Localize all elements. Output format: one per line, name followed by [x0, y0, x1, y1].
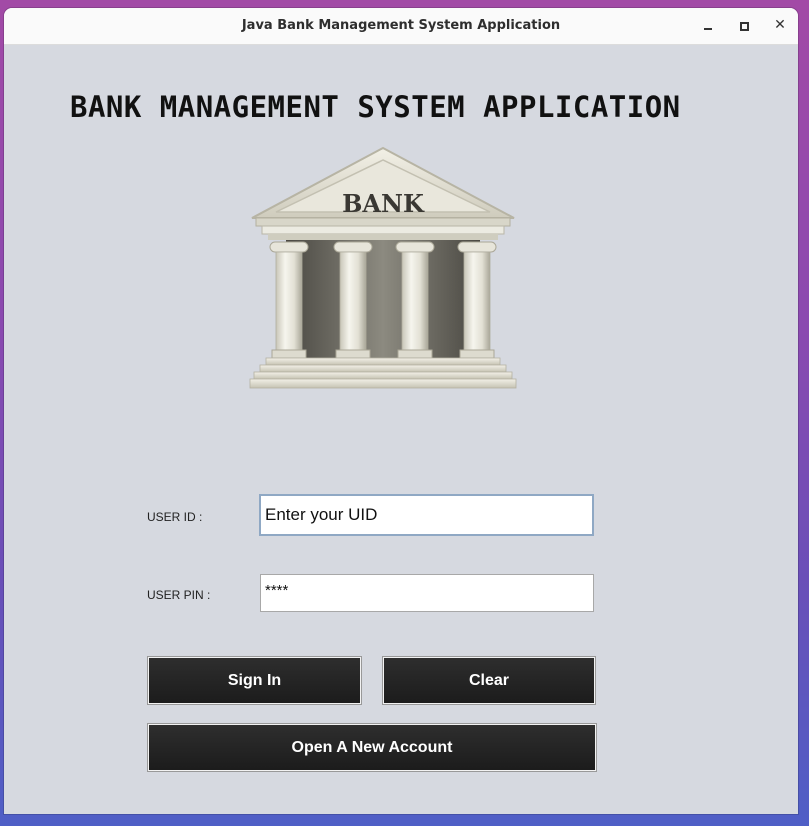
close-button[interactable]: ✕ [770, 16, 790, 36]
minimize-button[interactable] [698, 16, 718, 36]
clear-button[interactable]: Clear [382, 656, 596, 705]
maximize-icon [740, 22, 749, 31]
window-title: Java Bank Management System Application [241, 18, 561, 33]
minimize-icon [704, 28, 712, 30]
user-pin-label: USER PIN : [147, 588, 211, 602]
bank-building-icon: BANK [249, 146, 517, 389]
user-pin-input[interactable] [260, 574, 594, 612]
close-icon: ✕ [774, 17, 786, 33]
sign-in-button[interactable]: Sign In [147, 656, 362, 705]
user-id-input[interactable] [259, 494, 594, 536]
open-new-account-button[interactable]: Open A New Account [147, 723, 597, 772]
page-title: BANK MANAGEMENT SYSTEM APPLICATION [70, 90, 681, 124]
title-bar[interactable]: Java Bank Management System Application … [4, 8, 798, 45]
bank-sign-text: BANK [342, 189, 425, 218]
maximize-button[interactable] [734, 16, 754, 36]
user-id-label: USER ID : [147, 510, 203, 524]
application-window: Java Bank Management System Application … [4, 8, 798, 814]
